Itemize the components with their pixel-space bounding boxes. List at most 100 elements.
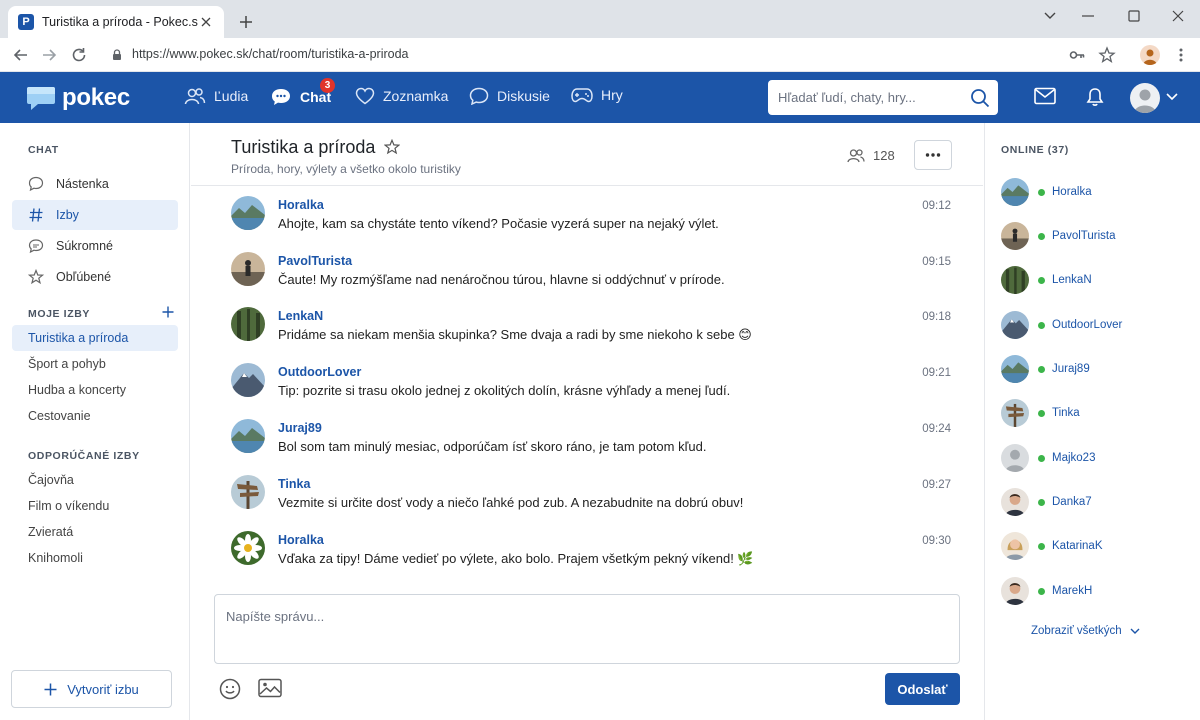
search-icon[interactable] xyxy=(970,88,990,108)
room-title: Turistika a príroda xyxy=(231,137,376,157)
browser-profile-icon[interactable] xyxy=(1140,45,1160,65)
browser-menu-icon[interactable] xyxy=(1172,46,1190,64)
message-author[interactable]: Tinka xyxy=(278,477,310,491)
address-bar: https://www.pokec.sk/chat/room/turistika… xyxy=(0,38,1200,72)
add-room-plus-icon[interactable] xyxy=(162,306,174,318)
online-user[interactable]: Danka7 xyxy=(1001,488,1191,516)
forest-avatar xyxy=(1001,266,1029,294)
message-author[interactable]: LenkaN xyxy=(278,309,323,323)
online-username: Majko23 xyxy=(1052,452,1096,464)
key-icon[interactable] xyxy=(1068,46,1086,64)
nav-people[interactable]: Ľudia xyxy=(184,87,248,105)
section-title-recommended: ODPORÚČANÉ IZBY xyxy=(28,450,140,462)
mountain-avatar[interactable] xyxy=(231,363,265,397)
url-field[interactable]: https://www.pokec.sk/chat/room/turistika… xyxy=(132,47,409,61)
online-user[interactable]: KatarinaK xyxy=(1001,532,1191,560)
message-time: 09:27 xyxy=(922,479,951,491)
online-panel: ONLINE (37) Horalka PavolTurista LenkaN … xyxy=(984,123,1200,720)
sidebar-item-wall[interactable]: Nástenka xyxy=(12,169,178,199)
lake-avatar[interactable] xyxy=(231,419,265,453)
bubble-icon xyxy=(28,176,44,192)
forest-avatar[interactable] xyxy=(231,307,265,341)
recommended-room-item[interactable]: Čajovňa xyxy=(12,467,178,493)
hiker-avatar[interactable] xyxy=(231,252,265,286)
more-options-button[interactable] xyxy=(914,140,952,170)
my-room-item[interactable]: Turistika a príroda xyxy=(12,325,178,351)
window-dropdown-icon[interactable] xyxy=(1038,6,1062,26)
browser-tab[interactable]: P Turistika a príroda - Pokec.sk xyxy=(8,6,224,38)
online-user[interactable]: PavolTurista xyxy=(1001,222,1191,250)
my-room-item[interactable]: Cestovanie xyxy=(12,403,178,429)
recommended-room-item[interactable]: Film o víkendu xyxy=(12,493,178,519)
forward-arrow-icon[interactable] xyxy=(40,46,58,64)
message-author[interactable]: OutdoorLover xyxy=(278,365,361,379)
online-user[interactable]: Tinka xyxy=(1001,399,1191,427)
my-room-item[interactable]: Šport a pohyb xyxy=(12,351,178,377)
recommended-room-item[interactable]: Knihomoli xyxy=(12,545,178,571)
show-all-link[interactable]: Zobraziť všetkých xyxy=(1031,625,1140,637)
discussion-icon xyxy=(469,87,489,105)
online-user[interactable]: Horalka xyxy=(1001,178,1191,206)
sidebar-item-rooms[interactable]: Izby xyxy=(12,200,178,230)
bookmark-star-icon[interactable] xyxy=(1098,46,1116,64)
message-author[interactable]: Horalka xyxy=(278,533,324,547)
my-room-item[interactable]: Hudba a koncerty xyxy=(12,377,178,403)
new-tab-icon[interactable] xyxy=(236,12,256,32)
create-room-button[interactable]: Vytvoriť izbu xyxy=(11,670,172,708)
member-count[interactable]: 128 xyxy=(847,148,895,163)
plus-icon xyxy=(44,683,57,696)
message-author[interactable]: Juraj89 xyxy=(278,421,322,435)
daisy-avatar[interactable] xyxy=(231,531,265,565)
nav-discussions[interactable]: Diskusie xyxy=(469,87,550,105)
message-composer xyxy=(214,594,960,664)
online-status-dot xyxy=(1038,498,1045,506)
message-author[interactable]: PavolTurista xyxy=(278,254,352,268)
people-icon xyxy=(184,87,206,105)
online-user[interactable]: Majko23 xyxy=(1001,444,1191,472)
emoji-icon[interactable] xyxy=(219,678,241,700)
search-input[interactable] xyxy=(778,80,968,115)
left-sidebar: CHAT Nástenka Izby Súkromné Obľúbené MOJ… xyxy=(0,123,190,720)
sidebar-item-favorites[interactable]: Obľúbené xyxy=(12,262,178,292)
online-status-dot xyxy=(1038,409,1045,417)
back-arrow-icon[interactable] xyxy=(12,46,30,64)
star-icon xyxy=(28,269,44,285)
favorite-star-icon[interactable] xyxy=(384,139,400,155)
online-status-dot xyxy=(1038,454,1045,462)
mail-icon[interactable] xyxy=(1034,87,1056,105)
lake-avatar xyxy=(1001,355,1029,383)
message-text: Vezmite si určite dosť vody a niečo ľahk… xyxy=(278,495,744,510)
online-user[interactable]: Juraj89 xyxy=(1001,355,1191,383)
online-status-dot xyxy=(1038,188,1045,196)
image-icon[interactable] xyxy=(258,678,282,698)
user-avatar[interactable] xyxy=(1130,83,1160,113)
close-tab-icon[interactable] xyxy=(198,14,214,30)
minimize-icon[interactable] xyxy=(1076,6,1100,26)
recommended-room-item[interactable]: Zvieratá xyxy=(12,519,178,545)
pokec-logo[interactable]: pokec xyxy=(26,84,130,112)
online-user[interactable]: LenkaN xyxy=(1001,266,1191,294)
sidebar-item-private[interactable]: Súkromné xyxy=(12,231,178,261)
close-window-icon[interactable] xyxy=(1166,6,1190,26)
bell-icon[interactable] xyxy=(1085,87,1105,107)
online-username: PavolTurista xyxy=(1052,230,1116,242)
site-info-icon[interactable] xyxy=(110,48,124,62)
nav-dating[interactable]: Zoznamka xyxy=(355,87,448,105)
maximize-icon[interactable] xyxy=(1122,6,1146,26)
message-input[interactable] xyxy=(215,595,959,663)
signpost-avatar[interactable] xyxy=(231,475,265,509)
message-author[interactable]: Horalka xyxy=(278,198,324,212)
message-text: Bol som tam minulý mesiac, odporúčam ísť… xyxy=(278,439,707,454)
online-user[interactable]: OutdoorLover xyxy=(1001,311,1191,339)
chat-message: LenkaN Pridáme sa niekam menšia skupinka… xyxy=(231,307,953,347)
nav-games[interactable]: Hry xyxy=(571,87,623,103)
chat-message: Tinka Vezmite si určite dosť vody a nieč… xyxy=(231,475,953,515)
online-username: Tinka xyxy=(1052,407,1080,419)
message-time: 09:15 xyxy=(922,256,951,268)
online-user[interactable]: MarekH xyxy=(1001,577,1191,605)
send-button[interactable]: Odoslať xyxy=(885,673,960,705)
lake-avatar[interactable] xyxy=(231,196,265,230)
chevron-down-icon[interactable] xyxy=(1166,93,1178,101)
reload-icon[interactable] xyxy=(70,46,88,64)
man-avatar xyxy=(1001,577,1029,605)
